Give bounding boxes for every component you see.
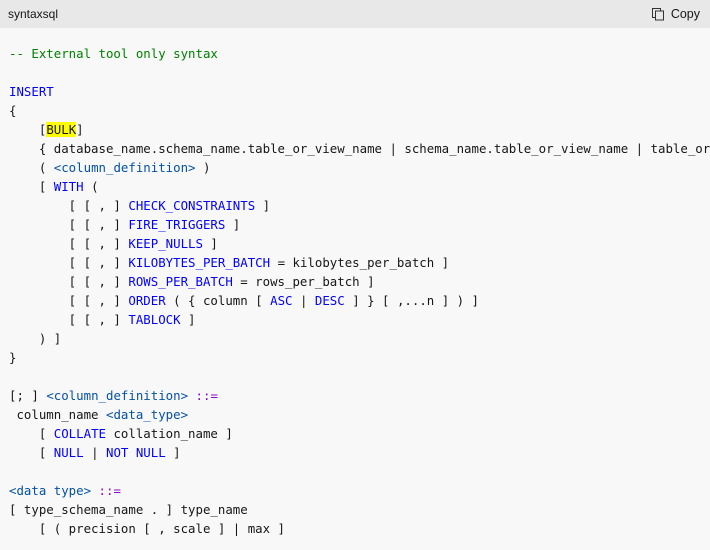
text-token: | [83, 445, 106, 460]
keyword-token: INSERT [9, 84, 54, 99]
text-token: [ [9, 179, 54, 194]
code-line: [ [ , ] CHECK_CONSTRAINTS ] [9, 196, 710, 215]
code-line: ( <column_definition> ) [9, 158, 710, 177]
text-token: [ [ , ] [9, 236, 129, 251]
text-token: } [9, 350, 17, 365]
keyword-token: NULL [53, 445, 84, 460]
comment-token: -- External tool only syntax [9, 46, 218, 61]
code-line: { database_name.schema_name.table_or_vie… [9, 139, 710, 158]
keyword-token: WITH [53, 179, 84, 194]
code-line: [ WITH ( [9, 177, 710, 196]
code-line: [ ( precision [ , scale ] | max ] [9, 519, 710, 538]
text-token: ( [83, 179, 99, 194]
type-token: <column_definition> [53, 160, 196, 175]
keyword-token: DESC [314, 293, 345, 308]
text-token: ] } [ ,...n ] ) ] [344, 293, 480, 308]
text-token: ] [180, 312, 196, 327]
text-token: ] [165, 445, 181, 460]
code-line: [ COLLATE collation_name ] [9, 424, 710, 443]
text-token: column_name [9, 407, 106, 422]
text-token: [ [ , ] [9, 274, 129, 289]
operator-token: ::= [195, 388, 218, 403]
code-line: [ [ , ] TABLOCK ] [9, 310, 710, 329]
text-token: [ [9, 426, 54, 441]
keyword-token: ORDER [128, 293, 166, 308]
code-line: [ NULL | NOT NULL ] [9, 443, 710, 462]
code-block-header: syntaxsql Copy [0, 0, 710, 28]
type-token: <data type> [9, 483, 92, 498]
text-token: ( [9, 160, 54, 175]
keyword-token: TABLOCK [128, 312, 181, 327]
text-token: [ [ , ] [9, 198, 129, 213]
text-token: ] [76, 122, 84, 137]
text-token: [ [ , ] [9, 217, 129, 232]
text-token: ] [255, 198, 271, 213]
code-line: [ [ , ] FIRE_TRIGGERS ] [9, 215, 710, 234]
text-token: { [9, 103, 17, 118]
code-line: [ type_schema_name . ] type_name [9, 500, 710, 519]
type-token: <data_type> [105, 407, 189, 422]
code-line: [ [ , ] KILOBYTES_PER_BATCH = kilobytes_… [9, 253, 710, 272]
code-line: [; ] <column_definition> ::= [9, 386, 710, 405]
keyword-token: COLLATE [53, 426, 106, 441]
code-block: syntaxsql Copy -- External tool only syn… [0, 0, 710, 550]
text-token: ] [225, 217, 241, 232]
text-token: ) [195, 160, 211, 175]
code-line: [ [ , ] KEEP_NULLS ] [9, 234, 710, 253]
copy-label: Copy [670, 7, 700, 21]
keyword-token: KILOBYTES_PER_BATCH [128, 255, 271, 270]
text-token: ] [202, 236, 218, 251]
text-token: = rows_per_batch ] [232, 274, 375, 289]
code-line: { [9, 101, 710, 120]
text-token: | [292, 293, 315, 308]
code-area[interactable]: -- External tool only syntax INSERT{ [BU… [9, 44, 710, 550]
highlighted-token: BULK [46, 122, 77, 137]
code-line: [ [ , ] ROWS_PER_BATCH = rows_per_batch … [9, 272, 710, 291]
text-token: { database_name.schema_name.table_or_vie… [38, 141, 710, 156]
keyword-token: KEEP_NULLS [128, 236, 203, 251]
keyword-token: NOT NULL [106, 445, 166, 460]
text-token: ) ] [9, 331, 62, 346]
text-token: collation_name ] [105, 426, 233, 441]
text-token: [ [ , ] [9, 293, 129, 308]
text-token: [ [ , ] [9, 255, 129, 270]
code-line: ) ] [9, 329, 710, 348]
copy-icon [651, 7, 665, 21]
code-line: [BULK] [9, 120, 710, 139]
text-token: [ type_schema_name . ] type_name [9, 502, 248, 517]
keyword-token: ROWS_PER_BATCH [128, 274, 233, 289]
text-token: [; ] [9, 388, 47, 403]
keyword-token: FIRE_TRIGGERS [128, 217, 226, 232]
text-token: ( { column [ [165, 293, 271, 308]
text-token: [ [9, 445, 54, 460]
code-line: INSERT [9, 82, 710, 101]
copy-button[interactable]: Copy [651, 7, 700, 21]
code-line: <data type> ::= [9, 481, 710, 500]
code-line: column_name <data_type> [9, 405, 710, 424]
keyword-token: CHECK_CONSTRAINTS [128, 198, 256, 213]
type-token: <column_definition> [46, 388, 189, 403]
code-text: -- External tool only syntax INSERT{ [BU… [9, 44, 710, 538]
text-token: [ [9, 122, 47, 137]
operator-token: ::= [98, 483, 121, 498]
text-token: [ ( precision [ , scale ] | max ] [9, 521, 286, 536]
code-line: -- External tool only syntax [9, 44, 710, 63]
code-line: } [9, 348, 710, 367]
language-label: syntaxsql [8, 7, 59, 21]
text-token: = kilobytes_per_batch ] [270, 255, 450, 270]
keyword-token: ASC [270, 293, 293, 308]
code-line: [ [ , ] ORDER ( { column [ ASC | DESC ] … [9, 291, 710, 310]
text-token: [ [ , ] [9, 312, 129, 327]
